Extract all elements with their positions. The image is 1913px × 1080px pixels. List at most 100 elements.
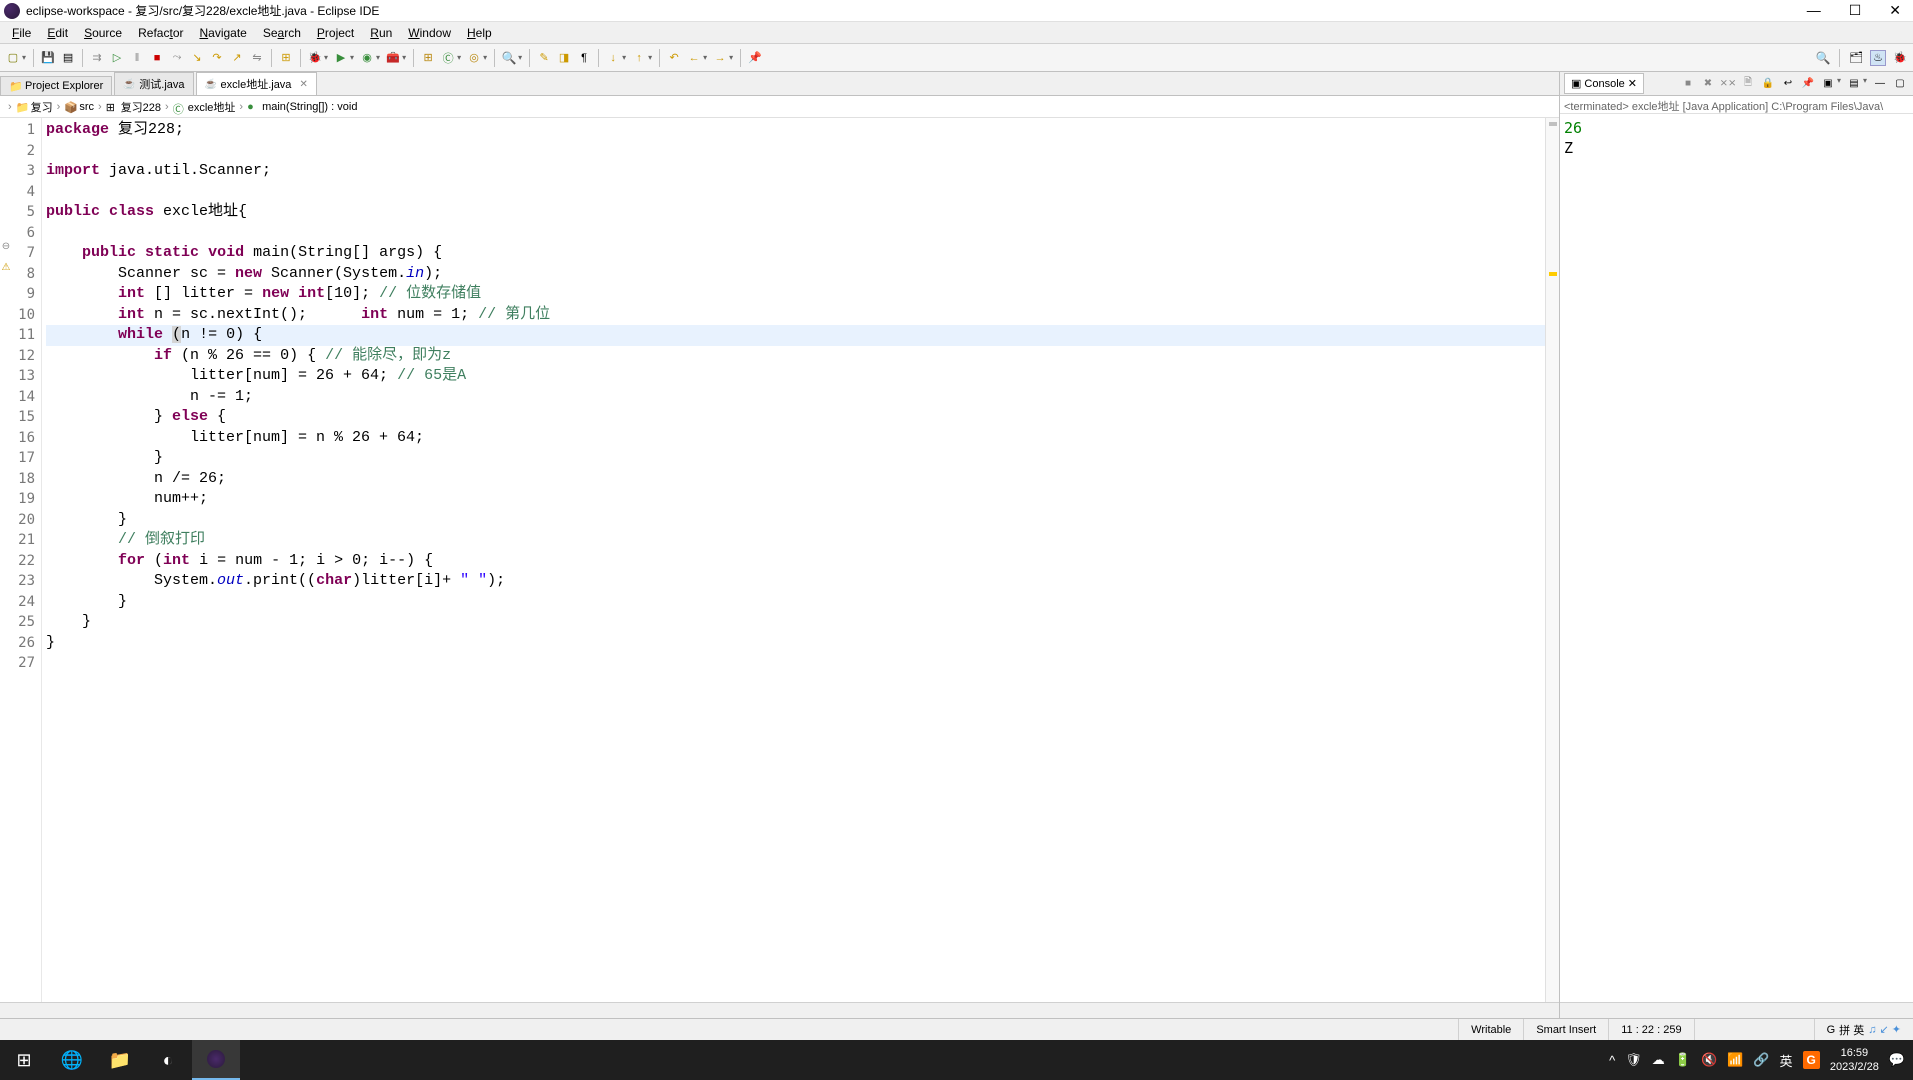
overview-warning-mark[interactable] [1549, 272, 1557, 276]
suspend-icon[interactable]: ‖ [129, 50, 145, 66]
debug-dropdown[interactable]: ▾ [324, 53, 328, 62]
minimize-button[interactable]: — [1807, 2, 1821, 19]
open-type-icon[interactable]: ◎ [466, 50, 482, 66]
open-type-dropdown[interactable]: ▾ [483, 53, 487, 62]
eclipse-app-icon[interactable] [192, 1040, 240, 1080]
drop-frame-icon[interactable]: ⇋ [249, 50, 265, 66]
start-button[interactable]: ⊞ [0, 1040, 48, 1080]
overview-ruler[interactable] [1545, 118, 1559, 1002]
search-icon[interactable] [501, 50, 517, 66]
breadcrumb-src[interactable]: 📦src [64, 101, 94, 113]
toggle-block-icon[interactable]: ◨ [556, 50, 572, 66]
maximize-view-icon[interactable]: ▢ [1892, 76, 1908, 92]
console-tab[interactable]: ▣ Console ✕ [1564, 73, 1644, 94]
horizontal-scrollbar[interactable] [0, 1002, 1559, 1018]
menu-run[interactable]: Run [362, 24, 400, 42]
java-perspective-icon[interactable]: ♨ [1870, 50, 1886, 66]
breadcrumb-project[interactable]: 📁复习 [16, 99, 53, 115]
tray-security-icon[interactable]: 🛡 [1625, 1052, 1642, 1068]
toggle-mark-icon[interactable]: ✎ [536, 50, 552, 66]
menu-search[interactable]: Search [255, 24, 309, 42]
minimize-view-icon[interactable]: — [1872, 76, 1888, 92]
tray-ime-badge[interactable]: G [1803, 1051, 1820, 1069]
breadcrumb-package[interactable]: ⊞复习228 [106, 99, 161, 115]
console-output[interactable]: 26 Z [1560, 114, 1913, 1002]
tab-project-explorer[interactable]: Project Explorer [0, 76, 112, 95]
coverage-dropdown[interactable]: ▾ [376, 53, 380, 62]
new-class-icon[interactable]: Ⓒ [440, 50, 456, 66]
pin-console-icon[interactable]: 📌 [1800, 76, 1816, 92]
clear-console-icon[interactable]: 🗎 [1740, 76, 1756, 92]
debug-perspective-icon[interactable]: 🐞 [1892, 50, 1908, 66]
back-icon[interactable]: ← [686, 50, 702, 66]
external-tools-icon[interactable]: 🧰 [385, 50, 401, 66]
back-dropdown[interactable]: ▾ [703, 53, 707, 62]
word-wrap-icon[interactable]: ↩ [1780, 76, 1796, 92]
menu-refactor[interactable]: Refactor [130, 24, 191, 42]
prev-annotation-icon[interactable]: ↑ [631, 50, 647, 66]
file-explorer-icon[interactable]: 📁 [96, 1040, 144, 1080]
maximize-button[interactable]: ☐ [1849, 2, 1862, 19]
skip-breakpoints-icon[interactable]: ⇉ [89, 50, 105, 66]
horizontal-scrollbar[interactable] [1560, 1002, 1913, 1018]
debug-icon[interactable] [307, 50, 323, 66]
menu-project[interactable]: Project [309, 24, 362, 42]
remove-all-icon[interactable]: ⨯⨯ [1720, 76, 1736, 92]
tray-onedrive-icon[interactable]: ☁ [1652, 1052, 1665, 1068]
tray-battery-icon[interactable]: 🔋 [1675, 1052, 1691, 1068]
remove-launch-icon[interactable]: ✖ [1700, 76, 1716, 92]
ext-tools-dropdown[interactable]: ▾ [402, 53, 406, 62]
open-console-icon[interactable]: ▤ [1846, 76, 1862, 92]
tray-link-icon[interactable]: 🔗 [1753, 1052, 1769, 1068]
step-into-icon[interactable]: ↘ [189, 50, 205, 66]
tab-file-1[interactable]: 测试.java [114, 72, 193, 95]
step-over-icon[interactable]: ↷ [209, 50, 225, 66]
tray-ime-lang[interactable]: 英 [1780, 1051, 1793, 1070]
code-content[interactable]: package 复习228;import java.util.Scanner;p… [42, 118, 1545, 1002]
new-package-icon[interactable]: ⊞ [420, 50, 436, 66]
coverage-icon[interactable]: ◉ [359, 50, 375, 66]
run-dropdown[interactable]: ▾ [350, 53, 354, 62]
menu-navigate[interactable]: Navigate [191, 24, 254, 42]
search-dropdown[interactable]: ▾ [518, 53, 522, 62]
tray-volume-icon[interactable]: 🔇 [1701, 1052, 1717, 1068]
forward-dropdown[interactable]: ▾ [729, 53, 733, 62]
instruction-step-icon[interactable]: ⊞ [278, 50, 294, 66]
next-annotation-icon[interactable]: ↓ [605, 50, 621, 66]
open-perspective-icon[interactable]: 🗂 [1848, 50, 1864, 66]
tray-chevron-icon[interactable]: ^ [1609, 1053, 1615, 1068]
next-ann-dropdown[interactable]: ▾ [622, 53, 626, 62]
terminate-icon[interactable] [149, 50, 165, 66]
app-icon[interactable]: ◐ [144, 1040, 192, 1080]
new-icon[interactable] [5, 50, 21, 66]
menu-help[interactable]: Help [459, 24, 500, 42]
close-tab-icon[interactable]: ✕ [1628, 77, 1637, 90]
breadcrumb-class[interactable]: Ⓒexcle地址 [173, 99, 236, 115]
new-class-dropdown[interactable]: ▾ [457, 53, 461, 62]
terminate-icon[interactable]: ■ [1680, 76, 1696, 92]
notifications-icon[interactable]: 💬 [1889, 1052, 1905, 1068]
menu-edit[interactable]: Edit [39, 24, 76, 42]
ime-indicator[interactable]: G 拼 英 ♫ ↙ ✦ [1814, 1019, 1913, 1040]
step-return-icon[interactable]: ↗ [229, 50, 245, 66]
close-button[interactable]: ✕ [1889, 2, 1901, 19]
last-edit-icon[interactable]: ↶ [666, 50, 682, 66]
quick-access-icon[interactable] [1815, 50, 1831, 66]
run-icon[interactable] [333, 50, 349, 66]
disconnect-icon[interactable]: ⤳ [169, 50, 185, 66]
scroll-lock-icon[interactable]: 🔒 [1760, 76, 1776, 92]
save-all-icon[interactable]: ▤ [60, 50, 76, 66]
code-editor[interactable]: ⊖⚠ 1234567891011121314151617181920212223… [0, 118, 1559, 1002]
save-icon[interactable] [40, 50, 56, 66]
display-selected-icon[interactable]: ▣ [1820, 76, 1836, 92]
edge-icon[interactable]: 🌐 [48, 1040, 96, 1080]
tab-file-2[interactable]: excle地址.java ✕ [196, 72, 317, 95]
menu-source[interactable]: Source [76, 24, 130, 42]
breadcrumb-method[interactable]: ●main(String[]) : void [247, 101, 357, 113]
prev-ann-dropdown[interactable]: ▾ [648, 53, 652, 62]
taskbar-clock[interactable]: 16:59 2023/2/28 [1830, 1046, 1879, 1074]
close-tab-icon[interactable]: ✕ [299, 79, 307, 90]
forward-icon[interactable]: → [712, 50, 728, 66]
new-dropdown[interactable]: ▾ [22, 53, 26, 62]
menu-file[interactable]: File [4, 24, 39, 42]
